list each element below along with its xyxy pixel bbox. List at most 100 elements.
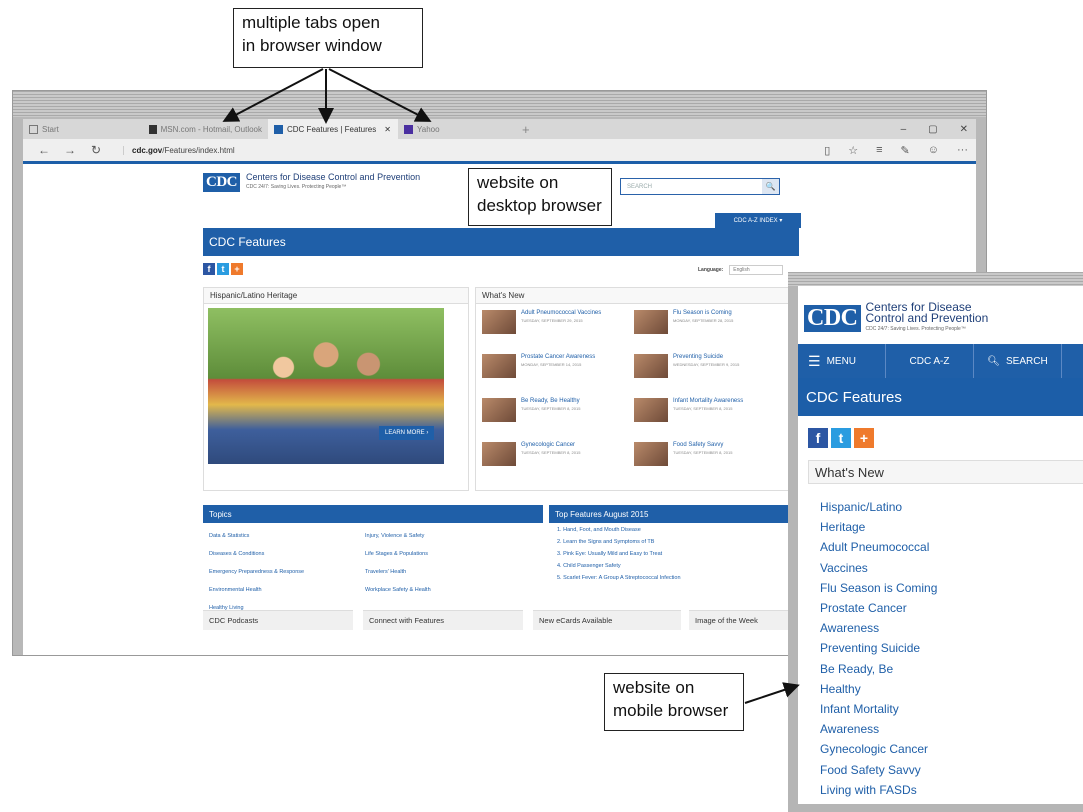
topic-link[interactable]: Emergency Preparedness & Response [209, 569, 304, 575]
topic-link[interactable]: Environmental Health [209, 587, 262, 593]
web-note-icon[interactable]: ✎ [901, 144, 910, 157]
list-item[interactable]: Preventing Suicide [820, 638, 937, 658]
topic-link[interactable]: Travelers' Health [365, 569, 406, 575]
whats-new-panel: What's New Adult Pneumococcal Vaccines TU… [475, 287, 803, 491]
share-icon[interactable]: ☺ [928, 144, 939, 157]
top-feature-link[interactable]: 4. Child Passenger Safety [557, 563, 621, 569]
list-item[interactable]: Living with FASDs [820, 780, 937, 800]
search-label: SEARCH [1006, 355, 1048, 367]
facebook-icon[interactable]: f [203, 263, 215, 275]
twitter-icon[interactable]: t [217, 263, 229, 275]
top-feature-link[interactable]: 5. Scarlet Fever: A Group A Streptococca… [557, 575, 681, 581]
list-item[interactable]: Healthy [820, 679, 937, 699]
atoz-label: CDC A-Z [909, 355, 950, 367]
article-date: MONDAY, SEPTEMBER 28, 2015 [673, 318, 734, 323]
facebook-icon[interactable]: f [808, 428, 828, 448]
image-of-week-box[interactable]: Image of the Week [689, 610, 803, 630]
list-item[interactable]: Adult Pneumococcal Vaccines TUESDAY, SEPT… [482, 310, 632, 338]
tab-msn[interactable]: MSN.com - Hotmail, Outlook [143, 119, 268, 139]
list-item[interactable]: Prostate Cancer Awareness MONDAY, SEPTEMB… [482, 354, 632, 382]
cdc-logo[interactable]: CDC Centers for Disease Control and Prev… [203, 172, 420, 192]
list-item[interactable]: Awareness [820, 618, 937, 638]
article-title: Flu Season is Coming [673, 310, 732, 316]
article-title: Adult Pneumococcal Vaccines [521, 310, 602, 316]
search-input[interactable]: SEARCH 🔍 [620, 178, 780, 195]
article-title: Prostate Cancer Awareness [521, 354, 596, 360]
top-feature-link[interactable]: 3. Pink Eye: Usually Mild and Easy to Tr… [557, 551, 662, 557]
article-title: Infant Mortality Awareness [673, 398, 744, 404]
share-plus-icon[interactable]: + [854, 428, 874, 448]
more-icon[interactable]: ··· [957, 144, 968, 157]
topic-link[interactable]: Life Stages & Populations [365, 551, 428, 557]
tab-cdc-features[interactable]: CDC Features | Features ✕ [268, 119, 398, 139]
menu-button[interactable]: ☰ MENU [798, 344, 886, 378]
list-item[interactable]: Preventing Suicide WEDNESDAY, SEPTEMBER 9… [634, 354, 784, 382]
connect-features-box[interactable]: Connect with Features [363, 610, 523, 630]
url-domain: cdc.gov [132, 145, 163, 155]
callout-line: multiple tabs open [242, 13, 380, 32]
share-plus-icon[interactable]: + [231, 263, 243, 275]
back-button[interactable]: ← [31, 143, 57, 157]
learn-more-button[interactable]: LEARN MORE › [379, 426, 435, 440]
topic-link[interactable]: Data & Statistics [209, 533, 249, 539]
list-item[interactable]: Infant Mortality [820, 699, 937, 719]
tab-yahoo[interactable]: Yahoo [398, 119, 498, 139]
list-item[interactable]: Be Ready, Be Healthy TUESDAY, SEPTEMBER 8… [482, 398, 632, 426]
topics-heading: Topics [203, 505, 543, 523]
list-item[interactable]: Flu Season is Coming [820, 578, 937, 598]
atoz-button[interactable]: CDC A-Z [886, 344, 974, 378]
ecards-box[interactable]: New eCards Available [533, 610, 681, 630]
search-button[interactable]: 🔍︎ SEARCH [974, 344, 1062, 378]
list-item[interactable]: Flu Season is Coming MONDAY, SEPTEMBER 28… [634, 310, 784, 338]
cdc-podcasts-box[interactable]: CDC Podcasts [203, 610, 353, 630]
list-item[interactable]: Awareness [820, 719, 937, 739]
hub-icon[interactable]: ≡ [876, 144, 882, 157]
minimize-button[interactable]: – [901, 124, 907, 135]
cdc-logo-mark: CDC [804, 305, 861, 332]
callout-desktop: website on desktop browser [468, 168, 612, 226]
list-item[interactable]: Gynecologic Cancer TUESDAY, SEPTEMBER 8, … [482, 442, 632, 470]
url-path: /Features/index.html [162, 145, 235, 155]
favorite-star-icon[interactable]: ☆ [848, 144, 858, 157]
list-item[interactable]: Heritage [820, 517, 937, 537]
logo-tagline: CDC 24/7: Saving Lives. Protecting Peopl… [246, 184, 347, 190]
mobile-cdc-logo[interactable]: CDC Centers for Disease Control and Prev… [804, 301, 988, 335]
list-item[interactable]: Food Safety Savvy [820, 760, 937, 780]
top-feature-link[interactable]: 1. Hand, Foot, and Mouth Disease [557, 527, 641, 533]
page-title: CDC Features [209, 235, 286, 249]
mobile-features-title: CDC Features [798, 378, 1083, 416]
tab-label: Start [42, 124, 59, 134]
tab-bar: Start MSN.com - Hotmail, Outlook CDC Fea… [23, 119, 976, 139]
list-item[interactable]: Be Ready, Be [820, 659, 937, 679]
language-selector[interactable]: Language: English [698, 265, 784, 275]
list-item[interactable]: Hispanic/Latino [820, 497, 937, 517]
topic-link[interactable]: Workplace Safety & Health [365, 587, 431, 593]
article-date: TUESDAY, SEPTEMBER 29, 2015 [521, 318, 583, 323]
article-title: Food Safety Savvy [673, 442, 724, 448]
list-item[interactable]: Infant Mortality Awareness TUESDAY, SEPTE… [634, 398, 784, 426]
list-item[interactable]: Gynecologic Cancer [820, 739, 937, 759]
topic-link[interactable]: Diseases & Conditions [209, 551, 264, 557]
reading-view-icon[interactable]: ▯ [824, 144, 830, 157]
callout-mobile: website on mobile browser [604, 673, 744, 731]
search-icon: 🔍︎ [987, 355, 1000, 367]
tab-start[interactable]: Start [23, 119, 143, 139]
new-tab-button[interactable]: + [522, 122, 530, 137]
maximize-button[interactable]: ▢ [928, 124, 937, 135]
url-field[interactable]: cdc.gov/Features/index.html [123, 145, 235, 155]
tab-label: MSN.com - Hotmail, Outlook [160, 124, 262, 134]
list-item[interactable]: Adult Pneumococcal [820, 537, 937, 557]
twitter-icon[interactable]: t [831, 428, 851, 448]
list-item[interactable]: Prostate Cancer [820, 598, 937, 618]
atoz-index-button[interactable]: CDC A-Z INDEX ▾ [715, 213, 801, 228]
forward-button[interactable]: → [57, 143, 83, 157]
search-button[interactable]: 🔍 [762, 179, 779, 194]
article-date: TUESDAY, SEPTEMBER 8, 2015 [673, 450, 733, 455]
refresh-button[interactable]: ↻ [83, 143, 109, 157]
top-feature-link[interactable]: 2. Learn the Signs and Symptoms of TB [557, 539, 654, 545]
topic-link[interactable]: Injury, Violence & Safety [365, 533, 424, 539]
close-window-button[interactable]: ✕ [960, 124, 968, 135]
list-item[interactable]: Vaccines [820, 558, 937, 578]
list-item[interactable]: Food Safety Savvy TUESDAY, SEPTEMBER 8, 2… [634, 442, 784, 470]
close-tab-icon[interactable]: ✕ [384, 125, 391, 134]
